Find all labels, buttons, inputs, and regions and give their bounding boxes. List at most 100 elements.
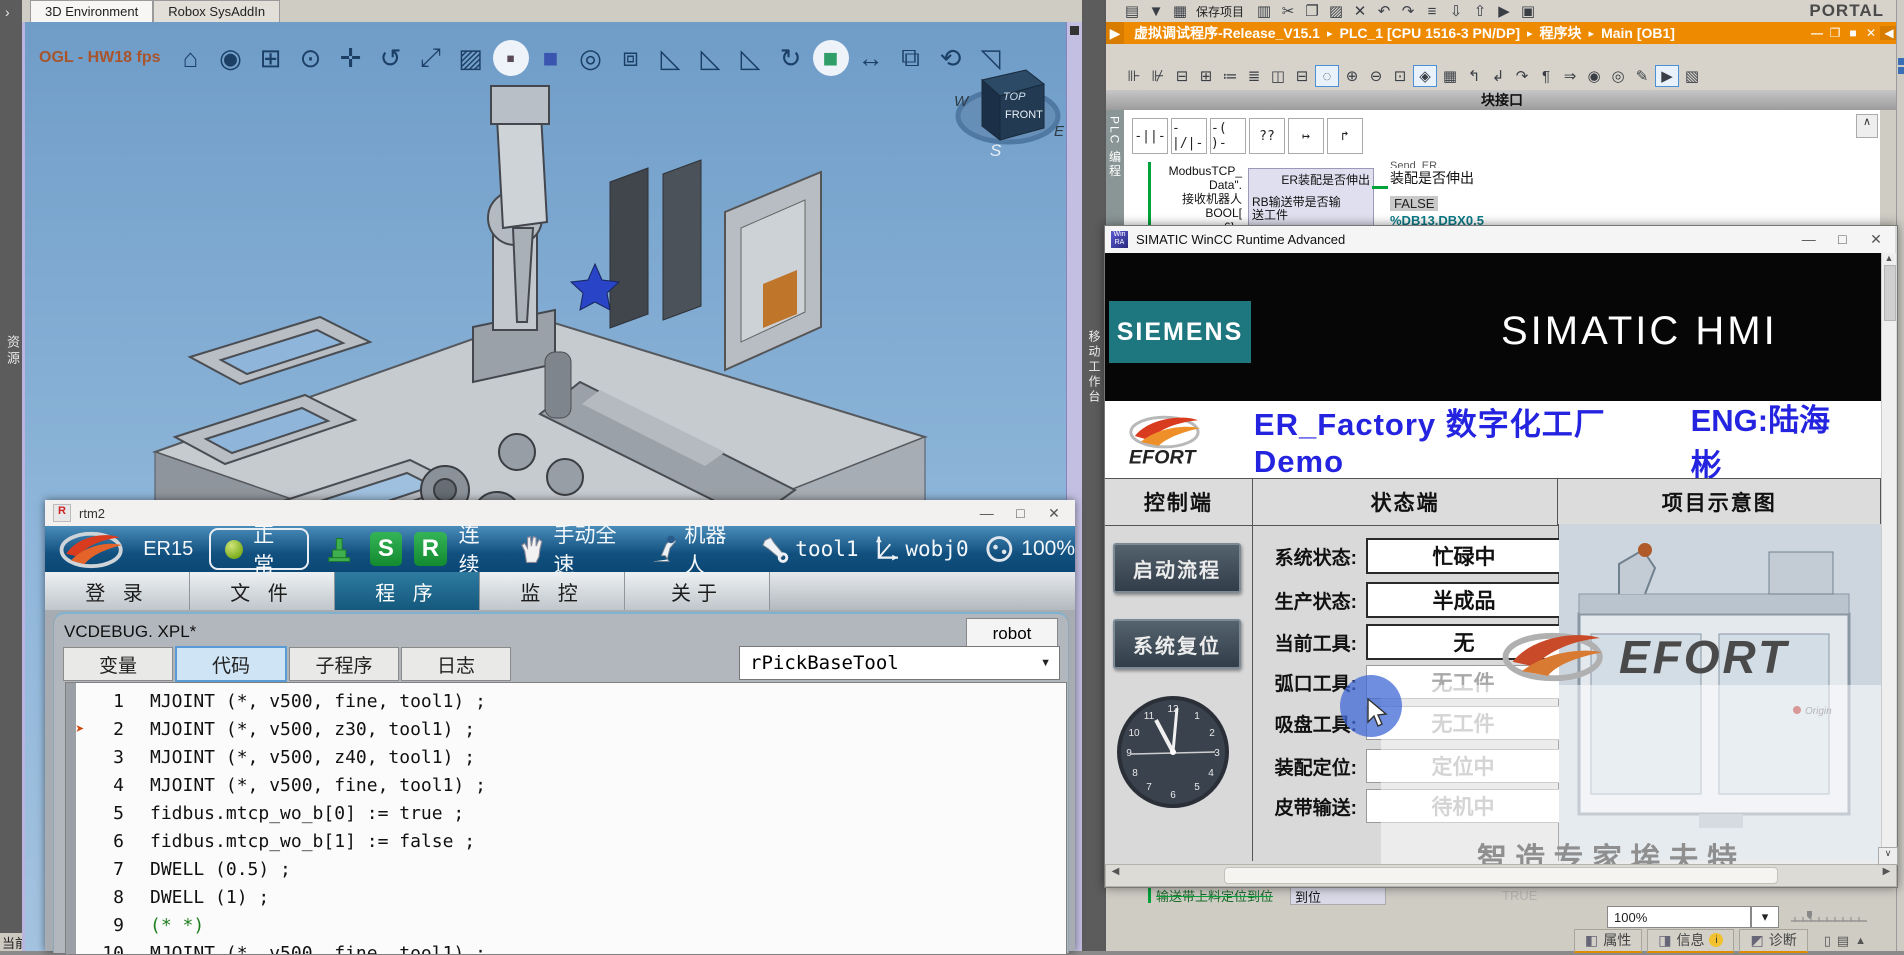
solid-mode-icon[interactable]: ■ (533, 40, 569, 76)
breadcrumb-main-ob1[interactable]: Main [OB1] (1601, 25, 1675, 41)
zoom-slider[interactable] (1789, 908, 1869, 926)
compile-icon[interactable]: ≡ (1421, 1, 1443, 21)
wincc-titlebar[interactable]: WinRA SIMATIC WinCC Runtime Advanced — □… (1105, 226, 1895, 254)
breadcrumb-project[interactable]: 虚拟调试程序-Release_V15.1 (1134, 23, 1320, 43)
open-icon[interactable]: ▼ (1145, 1, 1167, 21)
download-icon[interactable]: ⇩ (1445, 1, 1467, 21)
rung-operand[interactable]: ModbusTCP_ Data". 接收机器人BOOL[ 6]‥ (1152, 164, 1242, 234)
assign-icon[interactable]: ≔ (1219, 66, 1241, 86)
zoom-select[interactable]: 100% (1607, 906, 1751, 928)
subtab-code[interactable]: 代码 (175, 646, 287, 682)
tool-label[interactable]: tool1 (795, 537, 858, 561)
scroll-right-icon[interactable]: ▶ (1878, 866, 1895, 883)
delete-network-icon[interactable]: ⊮ (1147, 66, 1169, 86)
expand-up-icon[interactable]: ▲ (1855, 935, 1866, 947)
tab-properties[interactable]: ◧ 属性 (1574, 929, 1642, 953)
hand-mode-icon[interactable] (517, 533, 546, 565)
code-line[interactable]: 3MJOINT (*, v500, z40, tool1) ; (66, 743, 1066, 771)
expand-all-icon[interactable]: ⊕ (1341, 66, 1363, 86)
contact-nc-button[interactable]: -|/|- (1171, 118, 1207, 154)
empty-box-button[interactable]: ?? (1249, 118, 1285, 154)
list-icon[interactable]: ▤ (1837, 933, 1849, 949)
monitor-on-icon[interactable]: ◉ (1583, 66, 1605, 86)
breadcrumb-blocks[interactable]: 程序块 (1540, 23, 1582, 43)
tab-robox-sysaddin[interactable]: Robox SysAddIn (153, 0, 280, 23)
tool-routine-dropdown[interactable]: rPickBaseTool ▼ (739, 646, 1060, 680)
tia-restore-button[interactable]: ❐ (1826, 26, 1844, 40)
speed-gauge-icon[interactable] (985, 534, 1014, 564)
code-line[interactable]: 6fidbus.mtcp_wo_b[1] := false ; (66, 827, 1066, 855)
block-interface-bar[interactable]: 块接口 (1106, 90, 1898, 110)
code-line[interactable]: 1MJOINT (*, v500, fine, tool1) ; (66, 687, 1066, 715)
modify-icon[interactable]: ✎ (1631, 66, 1653, 86)
robot-arm-icon[interactable] (648, 532, 679, 566)
test-settings-icon[interactable]: ▶ (1655, 65, 1679, 87)
tab-file[interactable]: 文 件 (190, 572, 335, 610)
tab-info[interactable]: ◨ 信息 i (1647, 929, 1734, 953)
operands-icon[interactable]: ⊡ (1389, 66, 1411, 86)
code-editor[interactable]: 1MJOINT (*, v500, fine, tool1) ; ➤2MJOIN… (65, 682, 1067, 955)
tab-program[interactable]: 程 序 (335, 572, 480, 610)
portal-label[interactable]: PORTAL (1809, 1, 1884, 21)
library-icon[interactable] (1898, 67, 1904, 74)
tab-3d-environment[interactable]: 3D Environment (30, 0, 153, 23)
clip-plane-z-icon[interactable]: ◺ (733, 40, 769, 76)
tab-login[interactable]: 登 录 (45, 572, 190, 610)
print-icon[interactable]: ▥ (1253, 1, 1275, 21)
resources-vertical-tab[interactable]: 资源 (3, 335, 22, 367)
gripper-icon[interactable] (323, 532, 356, 566)
label-icon[interactable]: ¶ (1535, 66, 1557, 86)
home-icon[interactable]: ⌂ (173, 40, 209, 76)
robot-status-indicator[interactable]: 正常 (209, 528, 309, 570)
save-project-button[interactable]: 保存项目 (1196, 3, 1244, 20)
rtm2-minimize-button[interactable]: — (972, 503, 1002, 523)
paste-icon[interactable]: ▨ (1325, 1, 1347, 21)
rtm2-close-button[interactable]: ✕ (1039, 503, 1069, 523)
marker-green-icon[interactable]: ■ (813, 40, 849, 76)
goto-icon[interactable]: ⇒ (1559, 66, 1581, 86)
bottom-rung-box[interactable]: 到位 (1290, 886, 1386, 905)
split-v-icon[interactable]: ⊟ (1291, 66, 1313, 86)
rotate-icon[interactable]: ↺ (373, 40, 409, 76)
start-runtime-icon[interactable]: ▣ (1517, 1, 1539, 21)
instructions-icon[interactable]: ▦ (1439, 66, 1461, 86)
rotate-center-icon[interactable]: ↻ (773, 40, 809, 76)
tree-view-icon[interactable]: ≣ (1243, 66, 1265, 86)
jump-icon[interactable]: ↷ (1511, 66, 1533, 86)
ladder-editor[interactable]: -||- -|/|- -( )- ?? ↦ ↱ ModbusTCP_ Data"… (1124, 110, 1880, 225)
upload-icon[interactable]: ⇧ (1469, 1, 1491, 21)
tia-close-button[interactable]: ✕ (1862, 26, 1880, 40)
tia-maximize-button[interactable]: ■ (1844, 26, 1862, 40)
tab-monitor[interactable]: 监 控 (480, 572, 625, 610)
save-icon[interactable]: ▦ (1169, 1, 1191, 21)
pan-icon[interactable]: ✛ (333, 40, 369, 76)
wincc-close-button[interactable]: ✕ (1861, 230, 1891, 250)
split-h-icon[interactable]: ◫ (1267, 66, 1289, 86)
code-line[interactable]: 8DWELL (1) ; (66, 883, 1066, 911)
close-branch-button[interactable]: ↱ (1327, 118, 1363, 154)
collapse-all-icon[interactable]: ⊖ (1365, 66, 1387, 86)
scroll-up-icon[interactable]: ▲ (1882, 253, 1896, 263)
clip-plane-y-icon[interactable]: ◺ (693, 40, 729, 76)
hscroll-thumb[interactable] (1224, 867, 1778, 884)
wobj-axes-icon[interactable] (875, 534, 900, 564)
code-line[interactable]: 9(* *) (66, 911, 1066, 939)
open-branch-button[interactable]: ↦ (1288, 118, 1324, 154)
fbd-branch-icon[interactable]: ⊞ (1195, 66, 1217, 86)
subtab-subroutine[interactable]: 子程序 (289, 647, 399, 681)
zoom-icon[interactable]: ⊙ (293, 40, 329, 76)
code-line[interactable]: 7DWELL (0.5) ; (66, 855, 1066, 883)
rail-expander-icon[interactable]: › (5, 4, 10, 20)
fbd-box-icon[interactable]: ⊟ (1171, 66, 1193, 86)
rung-function-box[interactable]: ER装配是否伸出 RB输送带是否输送工件 (1248, 168, 1374, 227)
servo-badge[interactable]: S (370, 532, 403, 566)
move-workbench-vertical-tab[interactable]: 移动工作台 (1086, 330, 1103, 405)
zoom-window-icon[interactable]: ⊞ (253, 40, 289, 76)
measure-icon[interactable]: ↔ (853, 40, 889, 76)
subtab-log[interactable]: 日志 (401, 647, 511, 681)
center-target-icon[interactable]: ◎ (573, 40, 609, 76)
cut-icon[interactable]: ✂ (1277, 1, 1299, 21)
zoom-dropdown-icon[interactable]: ▾ (1751, 906, 1779, 928)
monitor-off-icon[interactable]: ◎ (1607, 66, 1629, 86)
subtab-variables[interactable]: 变量 (63, 647, 173, 681)
